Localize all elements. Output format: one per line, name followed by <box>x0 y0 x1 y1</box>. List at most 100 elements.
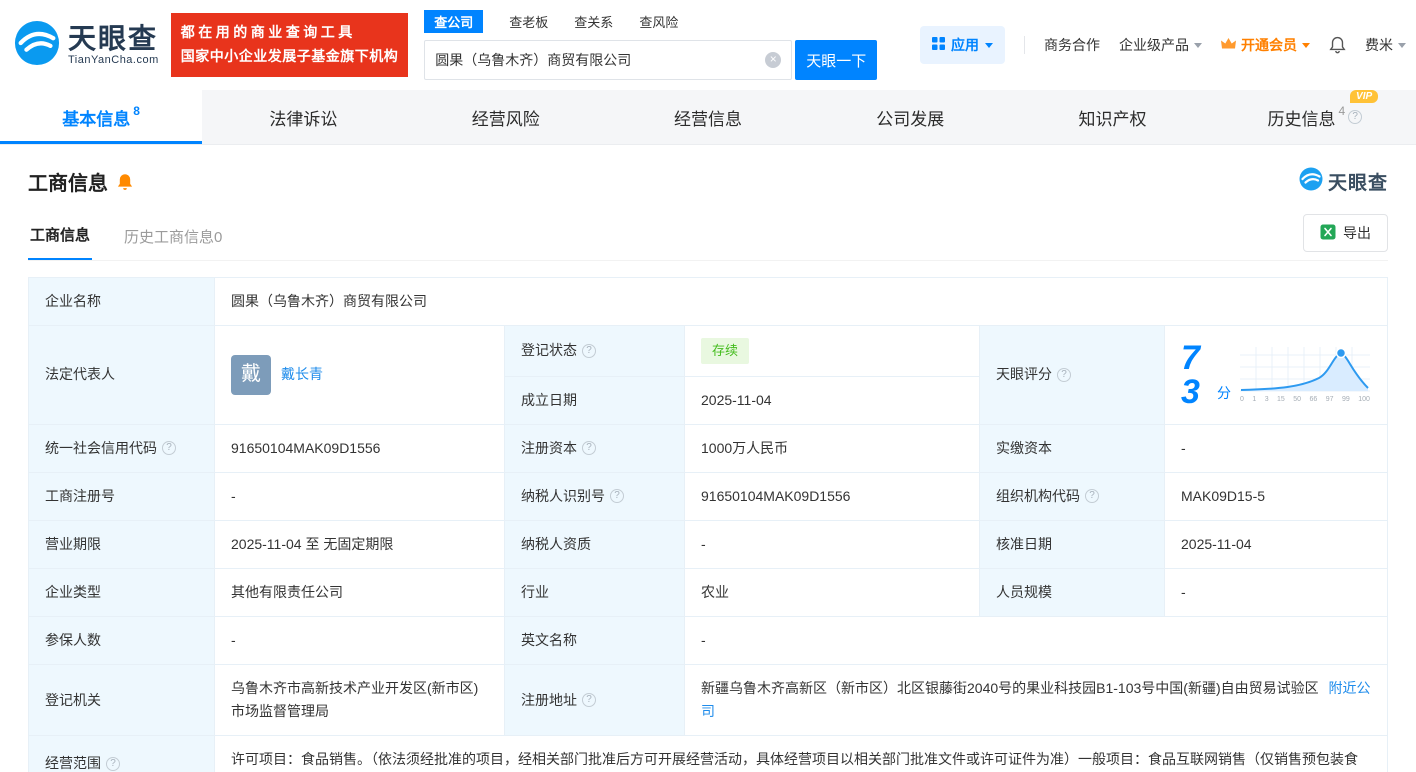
slogan-banner: 都在用的商业查询工具 国家中小企业发展子基金旗下机构 <box>170 13 409 77</box>
legal-rep-link[interactable]: 戴长青 <box>281 363 323 386</box>
score-widget[interactable]: 73 分 0 1 3 15 50 66 97 99 100 <box>1181 341 1371 409</box>
enterprise-products-link[interactable]: 企业级产品 <box>1119 35 1202 55</box>
score-unit: 分 <box>1217 384 1231 401</box>
help-icon[interactable] <box>106 756 120 771</box>
approval-date-label: 核准日期 <box>979 519 1165 569</box>
apps-menu[interactable]: 应用 <box>920 26 1005 64</box>
english-name-value: - <box>684 615 1388 666</box>
tab-legal-proceedings[interactable]: 法律诉讼 <box>202 90 404 144</box>
subtab-business-info[interactable]: 工商信息 <box>28 218 93 260</box>
score-label-cell: 天眼评分 <box>979 325 1165 425</box>
divider <box>1024 36 1025 54</box>
subscribe-bell-icon[interactable] <box>116 173 134 191</box>
table-row: 经营范围 许可项目：食品销售。（依法须经批准的项目，经相关部门批准后方可开展经营… <box>28 735 1388 772</box>
approval-date-value: 2025-11-04 <box>1164 519 1388 569</box>
open-vip-label: 开通会员 <box>1241 37 1297 53</box>
tianyancha-logo-icon <box>14 20 60 71</box>
taxpayer-id-label: 纳税人识别号 <box>521 487 605 504</box>
tab-intellectual-property[interactable]: 知识产权 <box>1011 90 1213 144</box>
slogan-line1: 都在用的商业查询工具 <box>180 24 356 41</box>
business-term-value: 2025-11-04 至 无固定期限 <box>214 519 505 569</box>
help-icon[interactable] <box>582 441 596 456</box>
top-header: 天眼查 TianYanCha.com 都在用的商业查询工具 国家中小企业发展子基… <box>0 0 1416 90</box>
main-tab-bar: 基本信息 8 法律诉讼 经营风险 经营信息 公司发展 知识产权 历史信息 4 V… <box>0 89 1416 145</box>
subtab-history-business-info[interactable]: 历史工商信息0 <box>122 220 224 260</box>
score-axis: 01 3 15 50 66 97 99 100 <box>1240 395 1370 403</box>
tab-history-info[interactable]: 历史信息 4 VIP <box>1214 89 1416 144</box>
establish-date-label: 成立日期 <box>504 375 685 425</box>
score-value: 73 <box>1181 338 1200 411</box>
address-label: 注册地址 <box>521 691 577 708</box>
user-menu[interactable]: 费米 <box>1365 35 1406 55</box>
reg-capital-label-cell: 注册资本 <box>504 423 685 473</box>
search-tabs: 查公司 查老板 查关系 查风险 <box>424 10 877 33</box>
business-scope-label-cell: 经营范围 <box>28 735 215 772</box>
caret-down-icon <box>985 42 993 48</box>
business-scope-value: 许可项目：食品销售。（依法须经批准的项目，经相关部门批准后方可开展经营活动，具体… <box>214 735 1388 772</box>
logo-domain: TianYanCha.com <box>68 54 159 67</box>
tab-basic-info-count: 8 <box>133 104 140 118</box>
tab-legal-label: 法律诉讼 <box>269 109 338 129</box>
table-row: 登记机关 乌鲁木齐市高新技术产业开发区(新市区)市场监督管理局 注册地址 新疆乌… <box>28 664 1388 737</box>
reg-authority-value: 乌鲁木齐市高新技术产业开发区(新市区)市场监督管理局 <box>214 664 505 737</box>
company-type-value: 其他有限责任公司 <box>214 567 505 618</box>
search-tab-boss[interactable]: 查老板 <box>509 10 548 33</box>
tab-operation-info[interactable]: 经营信息 <box>607 90 809 144</box>
apps-grid-icon <box>932 37 945 53</box>
reg-number-value: - <box>214 471 505 521</box>
tab-basic-info[interactable]: 基本信息 8 <box>0 90 203 144</box>
table-row: 参保人数 - 英文名称 - <box>28 615 1388 666</box>
apps-label: 应用 <box>951 37 979 53</box>
section-title: 工商信息 <box>28 173 108 195</box>
open-vip-link[interactable]: 开通会员 <box>1221 35 1310 55</box>
search-tab-relation[interactable]: 查关系 <box>574 10 613 33</box>
credit-code-value: 91650104MAK09D1556 <box>214 423 505 473</box>
credit-code-label-cell: 统一社会信用代码 <box>28 423 215 473</box>
export-button[interactable]: 导出 <box>1303 214 1388 252</box>
reg-status-label: 登记状态 <box>521 342 577 359</box>
tab-company-development[interactable]: 公司发展 <box>809 90 1011 144</box>
help-icon[interactable] <box>1057 367 1071 382</box>
help-icon[interactable] <box>1348 110 1363 124</box>
credit-code-label: 统一社会信用代码 <box>45 439 157 456</box>
subtab-bar: 工商信息 历史工商信息0 导出 <box>28 214 1388 261</box>
enterprise-products-label: 企业级产品 <box>1119 37 1189 53</box>
business-scope-label: 经营范围 <box>45 755 101 772</box>
watermark-text: 天眼查 <box>1327 173 1388 194</box>
search-area: 查公司 查老板 查关系 查风险 天眼一下 <box>424 10 878 80</box>
export-label: 导出 <box>1343 225 1371 241</box>
tab-risk-label: 经营风险 <box>471 109 540 129</box>
tab-history-label: 历史信息 <box>1267 109 1336 129</box>
search-tab-risk[interactable]: 查风险 <box>639 10 678 33</box>
clear-icon[interactable] <box>765 52 782 68</box>
business-coop-link[interactable]: 商务合作 <box>1044 35 1100 55</box>
org-code-label-cell: 组织机构代码 <box>979 471 1165 521</box>
help-icon[interactable] <box>582 343 596 358</box>
header-right-nav: 应用 商务合作 企业级产品 开通会员 费米 <box>920 26 1406 64</box>
notification-bell-icon[interactable] <box>1329 36 1346 54</box>
staff-size-value: - <box>1164 567 1388 618</box>
taxpayer-id-value: 91650104MAK09D1556 <box>684 471 980 521</box>
search-tab-company[interactable]: 查公司 <box>424 10 484 33</box>
table-row: 企业类型 其他有限责任公司 行业 农业 人员规模 - <box>28 567 1388 618</box>
address-value: 新疆乌鲁木齐高新区（新市区）北区银藤街2040号的果业科技园B1-103号中国(… <box>701 680 1319 697</box>
help-icon[interactable] <box>610 489 624 504</box>
help-icon[interactable] <box>1085 489 1099 504</box>
business-term-label: 营业期限 <box>28 519 215 569</box>
help-icon[interactable] <box>582 693 596 708</box>
search-input[interactable] <box>435 52 766 68</box>
username: 费米 <box>1365 37 1393 53</box>
vip-badge: VIP <box>1350 89 1379 103</box>
help-icon[interactable] <box>162 441 176 456</box>
score-label: 天眼评分 <box>996 366 1052 383</box>
crown-icon <box>1221 37 1236 53</box>
tianyancha-logo[interactable]: 天眼查 TianYanCha.com <box>8 20 165 71</box>
company-type-label: 企业类型 <box>28 567 215 618</box>
caret-down-icon <box>1194 42 1202 48</box>
reg-capital-label: 注册资本 <box>521 439 577 456</box>
tab-operation-risk[interactable]: 经营风险 <box>405 90 607 144</box>
establish-date-value: 2025-11-04 <box>684 375 980 425</box>
search-button[interactable]: 天眼一下 <box>795 40 878 80</box>
tianyancha-logo-icon <box>1299 167 1323 196</box>
industry-label: 行业 <box>504 567 685 618</box>
